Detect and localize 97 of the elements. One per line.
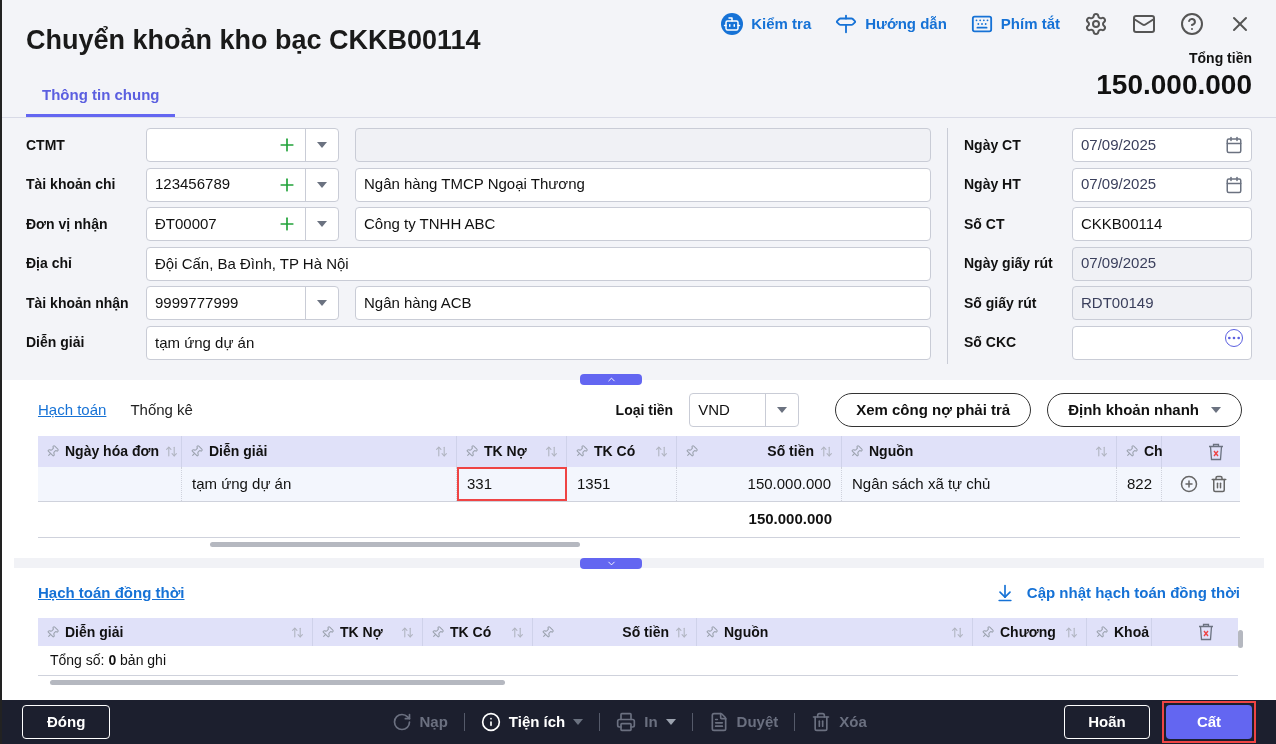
name-field: Ngân hàng TMCP Ngoại Thương [355, 167, 931, 202]
reload-icon [391, 712, 412, 732]
text-field[interactable]: tạm ứng dự án [146, 325, 931, 360]
field-label: Số CT [964, 214, 1006, 234]
name-field: Công ty TNHH ABC [355, 207, 931, 241]
field-label: Địa chỉ [26, 254, 73, 273]
field-label: Tài khoản nhận [26, 293, 130, 313]
toolbar-link[interactable]: Phím tắt [970, 12, 1060, 36]
sort-icon[interactable] [545, 445, 558, 458]
column-header[interactable]: Khoả [1087, 618, 1152, 646]
sort-icon[interactable] [511, 625, 524, 639]
keyboard-icon [970, 13, 993, 35]
caret-icon [665, 719, 676, 725]
info-icon [480, 712, 501, 732]
name-field: Ngân hàng ACB [355, 286, 931, 320]
combo-field[interactable]: 9999777999 [146, 286, 339, 320]
footer-button[interactable]: Hoãn [1064, 705, 1150, 739]
expand-handle[interactable] [580, 558, 642, 569]
column-header[interactable]: Chương [973, 618, 1087, 646]
sort-icon[interactable] [401, 625, 414, 639]
sort-icon[interactable] [820, 445, 833, 458]
combo-field[interactable]: ĐT00007 [146, 207, 339, 241]
outline-button[interactable]: Xem công nợ phải trả [835, 393, 1032, 427]
caret-icon [317, 142, 327, 148]
field-label: Ngày CT [964, 135, 1022, 155]
footer-button[interactable]: Cất [1166, 705, 1252, 739]
add-row-icon[interactable] [1180, 475, 1198, 493]
field-label: Ngày giấy rút [964, 254, 1054, 273]
caret-icon [573, 719, 584, 725]
field-label: Số CKC [964, 333, 1018, 352]
tab[interactable]: Thống kê [130, 398, 193, 422]
column-header[interactable]: Số tiền [533, 618, 697, 646]
column-header[interactable]: TK Nợ [313, 618, 423, 646]
update-link[interactable]: Cập nhật hạch toán đồng thời [994, 581, 1240, 605]
sort-icon[interactable] [435, 445, 448, 458]
table-cell: 331 [457, 467, 567, 501]
mail-icon[interactable] [1132, 12, 1156, 36]
settings-icon[interactable] [1084, 12, 1108, 36]
sort-icon[interactable] [655, 445, 668, 458]
tab[interactable]: Thông tin chung [26, 83, 176, 117]
tab[interactable]: Hạch toán [38, 398, 107, 422]
trash-icon [811, 712, 832, 732]
sort-icon[interactable] [164, 445, 178, 458]
caret-icon [317, 181, 327, 188]
table-cell: 150.000.000 [677, 467, 842, 501]
column-header[interactable]: Nguồn [697, 618, 973, 646]
caret-icon [1211, 407, 1221, 413]
close-button[interactable]: Đóng [22, 705, 111, 739]
text-field[interactable]: CKKB00114 [1072, 207, 1252, 241]
caret-icon [777, 407, 788, 413]
field-label: Ngày HT [964, 175, 1022, 194]
help-icon[interactable] [1180, 12, 1204, 36]
table-cell: 1351 [567, 467, 677, 501]
combo-field[interactable] [146, 128, 339, 162]
calendar-icon[interactable] [1225, 136, 1243, 154]
toolbar-link[interactable]: Kiểm tra [721, 12, 812, 36]
collapse-handle[interactable] [580, 374, 642, 385]
column-header[interactable]: Diễn giải [38, 618, 313, 646]
combo-field[interactable]: 123456789 [146, 167, 339, 202]
record-count: Tổng số: 0 bản ghi [50, 651, 166, 670]
field-label: Số giấy rút [964, 293, 1038, 313]
table-cell: tạm ứng dự án [182, 467, 457, 501]
signpost-icon [835, 13, 858, 35]
field-label: CTMT [26, 135, 66, 155]
sort-icon[interactable] [1095, 445, 1108, 458]
delete-all-icon[interactable] [1198, 623, 1214, 641]
field-label: Tài khoản chi [26, 175, 117, 194]
field-label: Đơn vị nhận [26, 214, 109, 234]
total-amount: 150.000.000 [1096, 69, 1252, 101]
caret-icon [317, 221, 327, 227]
field-label: Diễn giải [26, 333, 86, 352]
text-field[interactable]: Đội Cấn, Ba Đình, TP Hà Nội [146, 246, 931, 281]
currency-dropdown[interactable]: VND [689, 393, 800, 427]
toolbar-link[interactable]: Hướng dẫn [835, 12, 947, 36]
sort-icon[interactable] [675, 625, 688, 639]
window-title: Chuyển khoản kho bạc CKKB00114 [26, 24, 482, 57]
footer-action[interactable]: Tiện ích [480, 710, 584, 734]
robot-icon [721, 13, 744, 35]
printer-icon [616, 712, 637, 732]
sort-icon[interactable] [1065, 625, 1078, 639]
sort-icon[interactable] [291, 625, 304, 639]
total-label: Tổng tiền [1189, 49, 1252, 68]
text-field[interactable] [1072, 325, 1252, 360]
calendar-icon[interactable] [1225, 175, 1243, 194]
total-amount: 150.000.000 [748, 509, 832, 530]
caret-icon [317, 300, 327, 306]
column-header[interactable]: TK Có [423, 618, 533, 646]
table-cell: Ngân sách xã tự chủ [842, 467, 1117, 501]
sort-icon[interactable] [951, 625, 964, 639]
field-label: Loại tiền [615, 400, 674, 420]
delete-row-icon[interactable] [1210, 475, 1228, 493]
date-field[interactable]: 07/09/2025 [1072, 128, 1252, 162]
delete-all-icon[interactable] [1208, 442, 1224, 461]
section-link[interactable]: Hạch toán đồng thời [38, 581, 185, 605]
table-cell: 822 [1117, 467, 1162, 501]
column-header[interactable]: TK Nợ [457, 436, 567, 467]
date-field[interactable]: 07/09/2025 [1072, 167, 1252, 202]
